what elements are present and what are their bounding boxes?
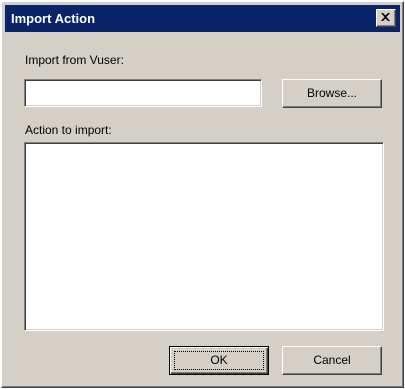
ok-button[interactable]: OK (169, 346, 269, 375)
browse-button[interactable]: Browse... (282, 79, 382, 108)
import-from-label: Import from Vuser: (25, 53, 124, 67)
action-to-import-label: Action to import: (25, 123, 112, 137)
dialog-title: Import Action (11, 11, 96, 26)
import-action-dialog: Import Action Import from Vuser: Browse.… (1, 1, 404, 388)
title-bar[interactable]: Import Action (5, 5, 400, 32)
close-icon (381, 13, 390, 21)
close-button[interactable] (376, 9, 396, 27)
action-list[interactable] (24, 142, 384, 331)
ok-button-label: OK (174, 351, 264, 370)
import-from-input[interactable] (24, 79, 262, 107)
cancel-button[interactable]: Cancel (282, 346, 382, 375)
